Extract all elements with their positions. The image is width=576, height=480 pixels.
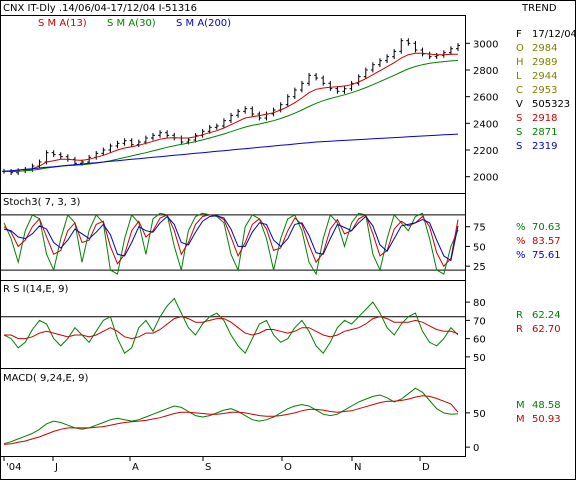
macd-title: MACD( 9,24,E, 9) <box>3 373 89 384</box>
macd-readout-label: M <box>516 400 525 411</box>
x-axis-label: O <box>284 462 292 473</box>
x-axis-label: N <box>354 462 361 473</box>
price-readout-label: V <box>516 99 523 110</box>
price-axis|0-tick-label: 2400 <box>473 119 498 130</box>
price-readout-label: H <box>516 57 524 68</box>
stoch-readout-label: % <box>516 250 526 261</box>
macd-readout-value: 48.58 <box>532 400 561 411</box>
stoch-title: Stoch3( 7, 3, 3) <box>3 197 80 208</box>
price-readout-label: S <box>516 127 522 138</box>
price-readout-value: 2944 <box>532 71 557 82</box>
macd-readout-label: M <box>516 414 525 425</box>
stoch-axis|1-tick-label: 75 <box>473 223 486 234</box>
price-readout-label: F <box>516 29 522 40</box>
rsi-readout-value: 62.70 <box>532 324 561 335</box>
price-axis|0-tick-label: 3000 <box>473 39 498 50</box>
price-axis|0-tick-label: 2200 <box>473 146 498 157</box>
macd-axis|3-tick-label: 50 <box>473 409 486 420</box>
rsi-readout-label: R <box>516 310 523 321</box>
macd-readout-value: 50.93 <box>532 414 561 425</box>
price-readout-value: 2953 <box>532 85 557 96</box>
stoch-axis|1-tick-label: 25 <box>473 262 486 273</box>
stoch-readout-value: 70.63 <box>532 222 561 233</box>
price-readout-value: 2871 <box>532 127 557 138</box>
x-axis-label: A <box>132 462 139 473</box>
price-axis|0-tick-label: 2800 <box>473 66 498 77</box>
x-axis-label: D <box>422 462 430 473</box>
rsi-axis|2-tick-label: 70 <box>473 316 486 327</box>
price-readout-value: 2918 <box>532 113 557 124</box>
price-axis|0-tick-label: 2600 <box>473 93 498 104</box>
x-axis-label: S <box>205 462 211 473</box>
legend-sma200: S M A(200) <box>176 18 231 29</box>
price-readout-value: 505323 <box>532 99 570 110</box>
price-readout-value: 17/12/04 <box>532 29 576 40</box>
price-readout-label: L <box>516 71 522 82</box>
price-readout-label: S <box>516 141 522 152</box>
x-axis-label: '04 <box>6 462 21 473</box>
rsi-axis|2-tick-label: 50 <box>473 353 486 364</box>
price-readout-label: O <box>516 43 524 54</box>
price-readout-label: S <box>516 113 522 124</box>
rsi-axis|2-tick-label: 80 <box>473 298 486 309</box>
x-axis-label: J <box>54 462 58 473</box>
rsi-axis|2-tick-label: 60 <box>473 335 486 346</box>
trend-label: TREND <box>521 3 557 14</box>
legend-sma13: S M A(13) <box>38 18 87 29</box>
stoch-readout-label: % <box>516 236 526 247</box>
stoch-readout-label: % <box>516 222 526 233</box>
chart-title: CNX IT-Dly .14/06/04-17/12/04 I-51316 <box>3 3 197 14</box>
legend-sma30: S M A(30) <box>107 18 156 29</box>
price-readout-value: 2989 <box>532 57 557 68</box>
stoch-readout-value: 75.61 <box>532 250 561 261</box>
stoch-axis|1-tick-label: 50 <box>473 242 486 253</box>
macd-axis|3-tick-label: 0 <box>473 443 479 454</box>
rsi-title: R S I(14,E, 9) <box>3 284 68 295</box>
price-readout-value: 2319 <box>532 141 557 152</box>
price-axis|0-tick-label: 2000 <box>473 173 498 184</box>
rsi-readout-value: 62.24 <box>532 310 561 321</box>
price-readout-value: 2984 <box>532 43 557 54</box>
price-readout-label: C <box>516 85 523 96</box>
technical-chart: CNX IT-Dly .14/06/04-17/12/04 I-51316 TR… <box>0 0 576 480</box>
rsi-readout-label: R <box>516 324 523 335</box>
stoch-readout-value: 83.57 <box>532 236 561 247</box>
